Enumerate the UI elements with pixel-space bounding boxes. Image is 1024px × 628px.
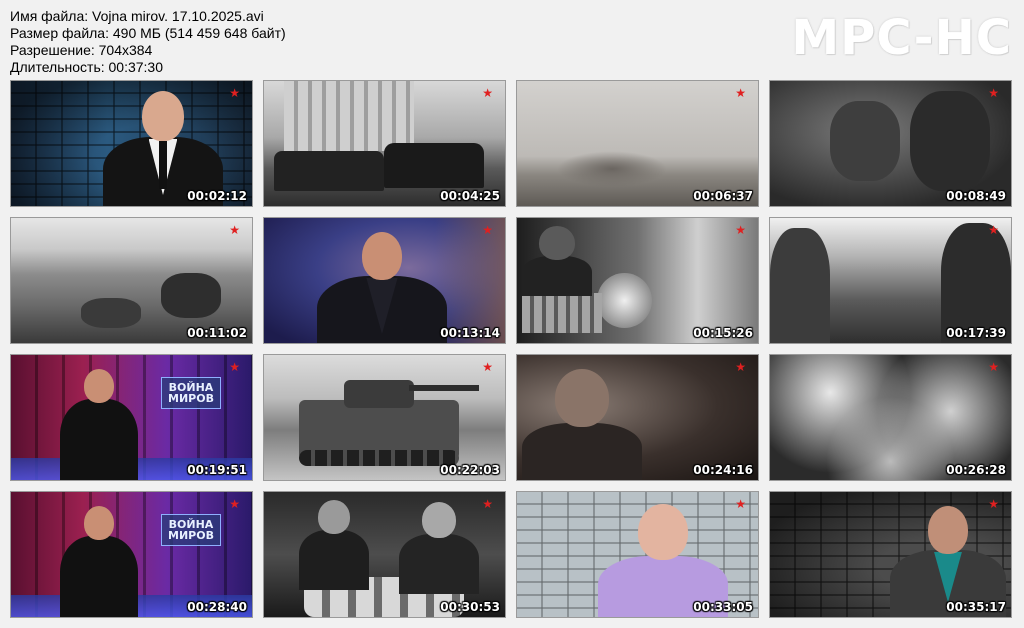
timestamp: 00:22:03 (440, 463, 500, 477)
tank-gun (409, 385, 479, 391)
person-body (522, 256, 592, 296)
channel-star-icon: ★ (229, 223, 240, 237)
person-head (84, 506, 114, 540)
channel-star-icon: ★ (482, 497, 493, 511)
tool-rest (522, 293, 602, 333)
channel-star-icon: ★ (735, 86, 746, 100)
person-body (60, 536, 138, 617)
thumbnail: ★ 00:13:14 (263, 217, 506, 344)
thumbnail: ★ 00:33:05 (516, 491, 759, 618)
person-body (399, 534, 479, 594)
thumbnail: ★ 00:26:28 (769, 354, 1012, 481)
channel-star-icon: ★ (988, 360, 999, 374)
soldier (161, 273, 221, 318)
timestamp: 00:24:16 (693, 463, 753, 477)
person-body (60, 399, 138, 480)
scene-bg (517, 81, 758, 206)
thumbnail: ★ 00:08:49 (769, 80, 1012, 207)
person-head (422, 502, 456, 538)
person-head (928, 506, 968, 554)
thumbnail: ★ 00:02:12 (10, 80, 253, 207)
person-head (318, 500, 350, 534)
thumbnail: ★ 00:30:53 (263, 491, 506, 618)
channel-star-icon: ★ (229, 497, 240, 511)
tank-turret (344, 380, 414, 408)
tie (159, 141, 167, 189)
timestamp: 00:30:53 (440, 600, 500, 614)
timestamp: 00:17:39 (946, 326, 1006, 340)
channel-star-icon: ★ (988, 86, 999, 100)
channel-star-icon: ★ (988, 497, 999, 511)
thumbnail: ★ 00:15:26 (516, 217, 759, 344)
tank-tracks (299, 450, 459, 466)
person-head (539, 226, 575, 260)
thumbnail: ★ 00:24:16 (516, 354, 759, 481)
timestamp: 00:26:28 (946, 463, 1006, 477)
building (284, 81, 414, 151)
timestamp: 00:11:02 (187, 326, 247, 340)
thumbnail: ★ 00:17:39 (769, 217, 1012, 344)
dust (557, 151, 667, 187)
channel-star-icon: ★ (988, 223, 999, 237)
channel-star-icon: ★ (482, 86, 493, 100)
person-head (638, 504, 688, 560)
thumbnail: ★ 00:04:25 (263, 80, 506, 207)
person-body (299, 530, 369, 590)
trees (941, 223, 1011, 343)
car (384, 143, 484, 188)
person-head (362, 232, 402, 280)
soldier (910, 91, 990, 191)
channel-star-icon: ★ (735, 497, 746, 511)
car (274, 151, 384, 191)
channel-star-icon: ★ (229, 360, 240, 374)
timestamp: 00:35:17 (946, 600, 1006, 614)
channel-star-icon: ★ (482, 223, 493, 237)
timestamp: 00:06:37 (693, 189, 753, 203)
soldier (830, 101, 900, 181)
person-head (142, 91, 184, 141)
thumbnail: ★ 00:06:37 (516, 80, 759, 207)
timestamp: 00:28:40 (187, 600, 247, 614)
channel-star-icon: ★ (229, 86, 240, 100)
timestamp: 00:15:26 (693, 326, 753, 340)
person-body (522, 423, 642, 480)
studio-logo: ВОЙНА МИРОВ (161, 514, 221, 546)
timestamp: 00:04:25 (440, 189, 500, 203)
timestamp: 00:08:49 (946, 189, 1006, 203)
person-head (84, 369, 114, 403)
thumbnail-grid: ★ 00:02:12 ★ 00:04:25 ★ 00:06:37 ★ 00:08:49 … (0, 0, 1024, 628)
thumbnail: ВОЙНА МИРОВ ★ 00:19:51 (10, 354, 253, 481)
channel-star-icon: ★ (735, 223, 746, 237)
channel-star-icon: ★ (482, 360, 493, 374)
thumbnail: ВОЙНА МИРОВ ★ 00:28:40 (10, 491, 253, 618)
thumbnail: ★ 00:35:17 (769, 491, 1012, 618)
scene-bg (770, 355, 1011, 480)
channel-star-icon: ★ (735, 360, 746, 374)
soldier (81, 298, 141, 328)
trees (770, 228, 830, 343)
timestamp: 00:13:14 (440, 326, 500, 340)
thumbnail: ★ 00:22:03 (263, 354, 506, 481)
timestamp: 00:02:12 (187, 189, 247, 203)
thumbnail: ★ 00:11:02 (10, 217, 253, 344)
studio-logo: ВОЙНА МИРОВ (161, 377, 221, 409)
person-head (555, 369, 609, 427)
lathe-chuck (597, 273, 652, 328)
timestamp: 00:33:05 (693, 600, 753, 614)
timestamp: 00:19:51 (187, 463, 247, 477)
